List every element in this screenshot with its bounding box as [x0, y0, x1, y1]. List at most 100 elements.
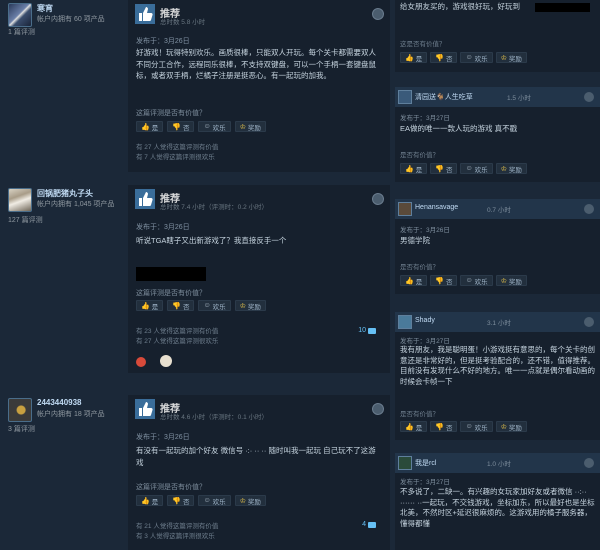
vote-no-label: 否 — [445, 166, 453, 174]
vote-funny-button[interactable]: ☺ 欢乐 — [198, 300, 231, 311]
avatar[interactable] — [8, 398, 32, 422]
vote-no-button[interactable]: 👎 否 — [167, 495, 195, 506]
award-label: 奖励 — [508, 424, 522, 432]
vote-no-button[interactable]: 👎 否 — [430, 52, 458, 63]
vote-yes-button[interactable]: 👍 是 — [136, 121, 164, 132]
reviewer-review-count[interactable]: 127 篇评测 — [8, 215, 43, 225]
vote-funny-label: 欢乐 — [474, 424, 488, 432]
comment-count[interactable]: 10 — [358, 327, 376, 334]
comment-count[interactable]: 4 — [362, 521, 376, 528]
side-playtime: 0.7 小时 — [487, 207, 511, 214]
review-card: 2443440938 帐户内拥有 18 项产品 3 篇评测 推荐 总时数 4.6… — [0, 395, 390, 550]
vote-funny-button[interactable]: ☺ 欢乐 — [198, 121, 231, 132]
award-label: 奖励 — [508, 55, 522, 63]
vote-yes-button[interactable]: 👍 是 — [136, 300, 164, 311]
avatar[interactable] — [398, 90, 412, 104]
award-button[interactable]: ♔ 奖励 — [495, 163, 527, 174]
vote-yes-label: 是 — [415, 424, 423, 432]
review-text: 有没有一起玩的加个好友 微信号 ·:· ·· ·· 随时叫我一起玩 自己玩不了这… — [136, 446, 376, 467]
vote-buttons: 👍 是 👎 否 ☺ 欢乐 ♔ 奖励 — [400, 52, 527, 63]
side-review-header: 清园送🐐人生吃草 1.5 小时 — [395, 87, 600, 107]
avatar[interactable] — [8, 188, 32, 212]
side-review-card: 给女朋友买的，游戏很好玩，好玩到 这是否有价值？ 👍 是 👎 否 ☺ 欢乐 ♔ 奖励 — [395, 0, 600, 72]
side-reviewer-name[interactable]: 我是rcl — [415, 458, 436, 468]
post-date: 发布于：3月27日 — [400, 338, 450, 345]
review-text: 听说TGA瞎子又出新游戏了？我直接反手一个 — [136, 236, 287, 245]
award-label: 奖励 — [247, 303, 261, 311]
vote-no-button[interactable]: 👎 否 — [167, 300, 195, 311]
vote-no-button[interactable]: 👎 否 — [430, 163, 458, 174]
helpful-count: 有 27 人觉得这篇评测有价值 — [136, 144, 219, 151]
vote-no-button[interactable]: 👎 否 — [430, 421, 458, 432]
vote-no-label: 否 — [182, 124, 190, 132]
helpful-question: 是否有价值？ — [400, 152, 439, 159]
side-reviewer-name[interactable]: Henansavage — [415, 204, 458, 211]
avatar[interactable] — [398, 456, 412, 470]
vote-yes-button[interactable]: 👍 是 — [136, 495, 164, 506]
thumbs-down-icon: 👎 — [435, 165, 444, 173]
thumbs-up-icon — [135, 189, 155, 209]
side-review-text: 男德学院 — [400, 236, 430, 245]
comment-count-value: 10 — [358, 327, 366, 334]
smile-icon: ☺ — [465, 165, 473, 172]
vote-yes-button[interactable]: 👍 是 — [400, 163, 428, 174]
side-review-text: 我有朋友，我是聪明蛋！小游戏挺有意思的，每个关卡的创意还是非常好的，但是挺考验配… — [400, 345, 595, 386]
vote-yes-button[interactable]: 👍 是 — [400, 421, 428, 432]
redacted-text — [535, 3, 590, 12]
side-review-header: Henansavage 0.7 小时 — [395, 199, 600, 219]
vote-buttons: 👍 是 👎 否 ☺ 欢乐 ♔ 奖励 — [400, 275, 527, 286]
reviewer-name[interactable]: 回锅肥猪丸子头 — [37, 188, 93, 199]
vote-buttons: 👍 是 👎 否 ☺ 欢乐 ♔ 奖励 — [136, 300, 266, 311]
award-label: 奖励 — [508, 166, 522, 174]
side-review-card: Henansavage 0.7 小时 发布于：3月26日 男德学院 是否有价值？… — [395, 199, 600, 294]
vote-no-button[interactable]: 👎 否 — [167, 121, 195, 132]
reviewer-name[interactable]: 2443440938 — [37, 398, 82, 407]
award-button[interactable]: ♔ 奖励 — [495, 52, 527, 63]
helpful-question: 这篇评测是否有价值？ — [136, 484, 206, 491]
avatar[interactable] — [8, 3, 32, 27]
avatar[interactable] — [398, 202, 412, 216]
award-button[interactable]: ♔ 奖励 — [234, 495, 266, 506]
vote-no-button[interactable]: 👎 否 — [430, 275, 458, 286]
vote-yes-button[interactable]: 👍 是 — [400, 52, 428, 63]
side-review-header: 我是rcl 1.0 小时 — [395, 453, 600, 473]
reviewer-name[interactable]: 寒宵 — [37, 3, 53, 14]
thumbs-up-icon — [135, 399, 155, 419]
playtime: 总时数 4.6 小时（评测时：0.1 小时） — [160, 414, 268, 421]
vote-buttons: 👍 是 👎 否 ☺ 欢乐 ♔ 奖励 — [136, 495, 266, 506]
award-button[interactable]: ♔ 奖励 — [234, 121, 266, 132]
funny-count: 有 27 人觉得这篇评测很欢乐 — [136, 338, 219, 345]
vote-funny-button[interactable]: ☺ 欢乐 — [460, 275, 493, 286]
reviewer-review-count[interactable]: 3 篇评测 — [8, 424, 35, 434]
vote-funny-button[interactable]: ☺ 欢乐 — [460, 163, 493, 174]
award-icon: ♔ — [500, 423, 507, 431]
reviewer-review-count[interactable]: 1 篇评测 — [8, 27, 35, 37]
avatar[interactable] — [398, 315, 412, 329]
smile-icon: ☺ — [465, 54, 473, 61]
vote-funny-button[interactable]: ☺ 欢乐 — [460, 421, 493, 432]
thumbs-up-icon: 👍 — [405, 165, 414, 173]
reviewer-panel: 回锅肥猪丸子头 帐户内拥有 1,045 项产品 127 篇评测 — [0, 185, 128, 373]
thumbs-up-icon: 👍 — [405, 277, 414, 285]
side-review-text: 不多说了，二缺一。有兴趣的女玩家加好友或者微信 ··:·· ······ ··一… — [400, 487, 595, 528]
vote-yes-button[interactable]: 👍 是 — [400, 275, 428, 286]
vote-funny-button[interactable]: ☺ 欢乐 — [460, 52, 493, 63]
post-date: 发布于：3月26日 — [136, 434, 190, 441]
award-button[interactable]: ♔ 奖励 — [495, 421, 527, 432]
smile-icon: ☺ — [203, 302, 211, 309]
reviewer-products: 帐户内拥有 60 项产品 — [37, 16, 105, 23]
review-list: 寒宵 帐户内拥有 60 项产品 1 篇评测 推荐 总时数 5.8 小时 发布于：… — [0, 0, 390, 550]
thumbs-up-icon: 👍 — [141, 123, 150, 131]
vote-no-label: 否 — [182, 498, 190, 506]
award-button[interactable]: ♔ 奖励 — [234, 300, 266, 311]
award-button[interactable]: ♔ 奖励 — [495, 275, 527, 286]
thumbs-down-icon: 👎 — [435, 277, 444, 285]
vote-yes-label: 是 — [415, 278, 423, 286]
review-body: 推荐 总时数 4.6 小时（评测时：0.1 小时） 发布于：3月26日 有没有一… — [128, 395, 390, 550]
award-label: 奖励 — [508, 278, 522, 286]
side-reviewer-name[interactable]: Shady — [415, 317, 435, 324]
vote-funny-button[interactable]: ☺ 欢乐 — [198, 495, 231, 506]
award-badge-icon[interactable] — [136, 357, 146, 367]
side-reviewer-name[interactable]: 清园送🐐人生吃草 — [415, 92, 473, 102]
award-badge-icon[interactable] — [160, 355, 172, 367]
